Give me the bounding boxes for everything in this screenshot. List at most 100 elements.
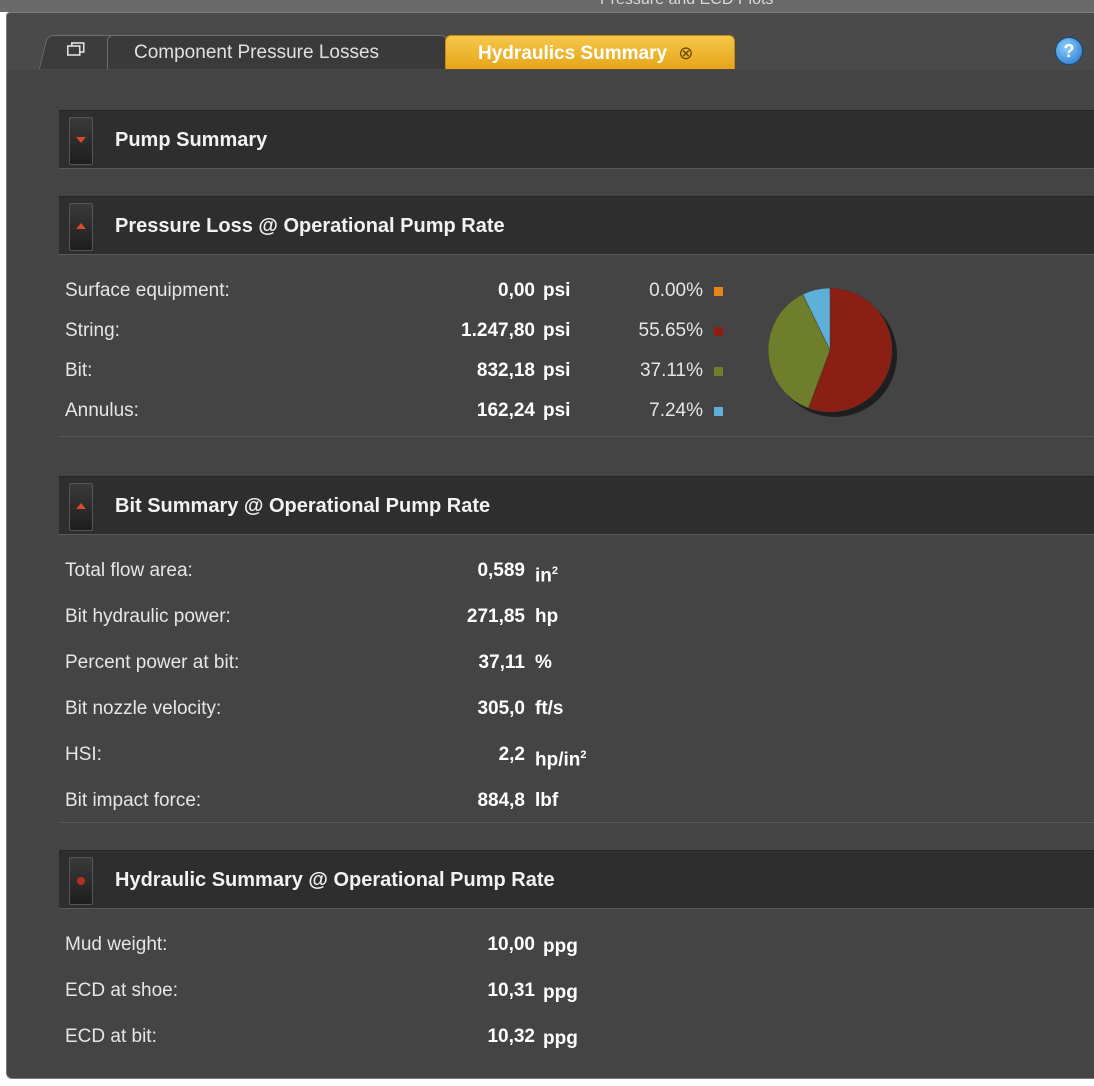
row-value: 0,00 xyxy=(498,280,535,301)
row-unit: psi xyxy=(543,280,571,301)
row-value: 10,31 xyxy=(487,980,535,1001)
pressure-row: Bit: 832,18 xyxy=(65,356,535,386)
divider xyxy=(59,822,1094,823)
window-title: Pressure and ECD Plots xyxy=(600,0,773,9)
row-unit: ppg xyxy=(543,982,578,1003)
hydraulics-summary-panel: Pump Summary Pressure Loss @ Operational… xyxy=(6,70,1094,1079)
section-title: Pressure Loss @ Operational Pump Rate xyxy=(115,215,505,237)
row-label: Surface equipment: xyxy=(65,280,230,301)
row-unit: lbf xyxy=(535,790,559,811)
pressure-row: String: 1.247,80 xyxy=(65,316,535,346)
undock-icon xyxy=(66,42,85,56)
row-label: Annulus: xyxy=(65,400,139,421)
chevron-down-icon xyxy=(76,137,86,143)
row-label: Bit hydraulic power: xyxy=(65,606,231,627)
row-value: 271,85 xyxy=(466,606,525,627)
row-value: 884,8 xyxy=(477,790,525,811)
row-value: 2,2 xyxy=(498,744,525,765)
row-unit: ft/s xyxy=(535,698,564,719)
row-percent: 55.65% xyxy=(638,320,703,341)
row-value: 0,589 xyxy=(477,560,525,581)
row-value: 1.247,80 xyxy=(461,320,535,341)
tab-hydraulics-summary[interactable]: Hydraulics Summary ⊗ xyxy=(445,35,735,69)
section-title: Pump Summary xyxy=(115,129,268,151)
bit-row: Bit nozzle velocity: 305,0 xyxy=(65,694,525,724)
row-unit: hp xyxy=(535,606,559,627)
divider xyxy=(59,436,1094,437)
bit-row: Percent power at bit: 37,11 xyxy=(65,648,525,678)
section-title: Bit Summary @ Operational Pump Rate xyxy=(115,495,491,517)
pressure-extra: psi 0.00% xyxy=(543,276,733,306)
expand-toggle[interactable] xyxy=(69,117,93,165)
row-unit: psi xyxy=(543,320,571,341)
collapse-toggle[interactable] xyxy=(69,483,93,531)
close-icon[interactable]: ⊗ xyxy=(678,36,693,70)
row-unit: % xyxy=(535,652,552,673)
bit-row: Bit hydraulic power: 271,85 xyxy=(65,602,525,632)
section-hydraulic-summary: Hydraulic Summary @ Operational Pump Rat… xyxy=(59,850,1094,908)
collapse-toggle[interactable] xyxy=(69,203,93,251)
window-title-bar: Pressure and ECD Plots xyxy=(0,0,1094,12)
row-value: 162,24 xyxy=(476,400,535,421)
unit-superscript: 2 xyxy=(580,749,587,761)
bit-unit: hp/in2 xyxy=(535,740,655,770)
hydraulic-row: Mud weight: 10,00 xyxy=(65,930,535,960)
chevron-up-icon xyxy=(76,223,86,229)
tab-component-pressure-losses[interactable]: Component Pressure Losses xyxy=(107,35,447,69)
legend-swatch xyxy=(714,287,723,296)
row-label: Bit impact force: xyxy=(65,790,202,811)
row-value: 10,00 xyxy=(487,934,535,955)
bit-row: HSI: 2,2 xyxy=(65,740,525,770)
pressure-row: Surface equipment: 0,00 xyxy=(65,276,535,306)
collapse-toggle[interactable] xyxy=(69,857,93,905)
pressure-extra: psi 7.24% xyxy=(543,396,733,426)
tab-strip: Component Pressure Losses Hydraulics Sum… xyxy=(6,12,1094,71)
row-label: Percent power at bit: xyxy=(65,652,240,673)
row-value: 10,32 xyxy=(487,1026,535,1047)
section-pump-summary: Pump Summary xyxy=(59,110,1094,168)
section-bit-summary: Bit Summary @ Operational Pump Rate xyxy=(59,476,1094,534)
row-value: 832,18 xyxy=(476,360,535,381)
bit-unit: in2 xyxy=(535,556,655,586)
row-percent: 0.00% xyxy=(649,280,703,301)
legend-swatch xyxy=(714,327,723,336)
row-percent: 37.11% xyxy=(639,360,703,381)
bit-row: Total flow area: 0,589 xyxy=(65,556,525,586)
pressure-row: Annulus: 162,24 xyxy=(65,396,535,426)
pressure-loss-pie-chart xyxy=(767,287,897,417)
row-label: ECD at shoe: xyxy=(65,980,178,1001)
bit-unit: lbf xyxy=(535,786,655,816)
tab-label: Hydraulics Summary xyxy=(478,43,668,64)
help-icon[interactable]: ? xyxy=(1055,37,1083,65)
legend-swatch xyxy=(714,367,723,376)
row-value: 37,11 xyxy=(478,652,526,673)
hydraulic-unit: ppg xyxy=(543,932,623,962)
row-percent: 7.24% xyxy=(649,400,703,421)
hydraulic-row: ECD at shoe: 10,31 xyxy=(65,976,535,1006)
pressure-extra: psi 37.11% xyxy=(543,356,733,386)
hydraulic-unit: ppg xyxy=(543,978,623,1008)
hydraulic-unit: ppg xyxy=(543,1024,623,1054)
bit-unit: ft/s xyxy=(535,694,655,724)
tab-label: Component Pressure Losses xyxy=(134,42,380,63)
row-label: Bit nozzle velocity: xyxy=(65,698,222,719)
hydraulic-row: ECD at bit: 10,32 xyxy=(65,1022,535,1052)
row-unit: psi xyxy=(543,360,571,381)
pressure-extra: psi 55.65% xyxy=(543,316,733,346)
bit-row: Bit impact force: 884,8 xyxy=(65,786,525,816)
row-unit: ppg xyxy=(543,936,578,957)
row-label: Bit: xyxy=(65,360,93,381)
row-label: Mud weight: xyxy=(65,934,168,955)
legend-swatch xyxy=(714,407,723,416)
section-pressure-loss: Pressure Loss @ Operational Pump Rate xyxy=(59,196,1094,254)
row-label: ECD at bit: xyxy=(65,1026,157,1047)
bit-unit: % xyxy=(535,648,655,678)
row-label: HSI: xyxy=(65,744,102,765)
row-unit: in xyxy=(535,565,552,587)
row-unit: ppg xyxy=(543,1028,578,1049)
toggle-dot-icon xyxy=(77,877,85,885)
bit-unit: hp xyxy=(535,602,655,632)
chevron-up-icon xyxy=(76,503,86,509)
row-unit: psi xyxy=(543,400,571,421)
unit-superscript: 2 xyxy=(551,565,559,577)
